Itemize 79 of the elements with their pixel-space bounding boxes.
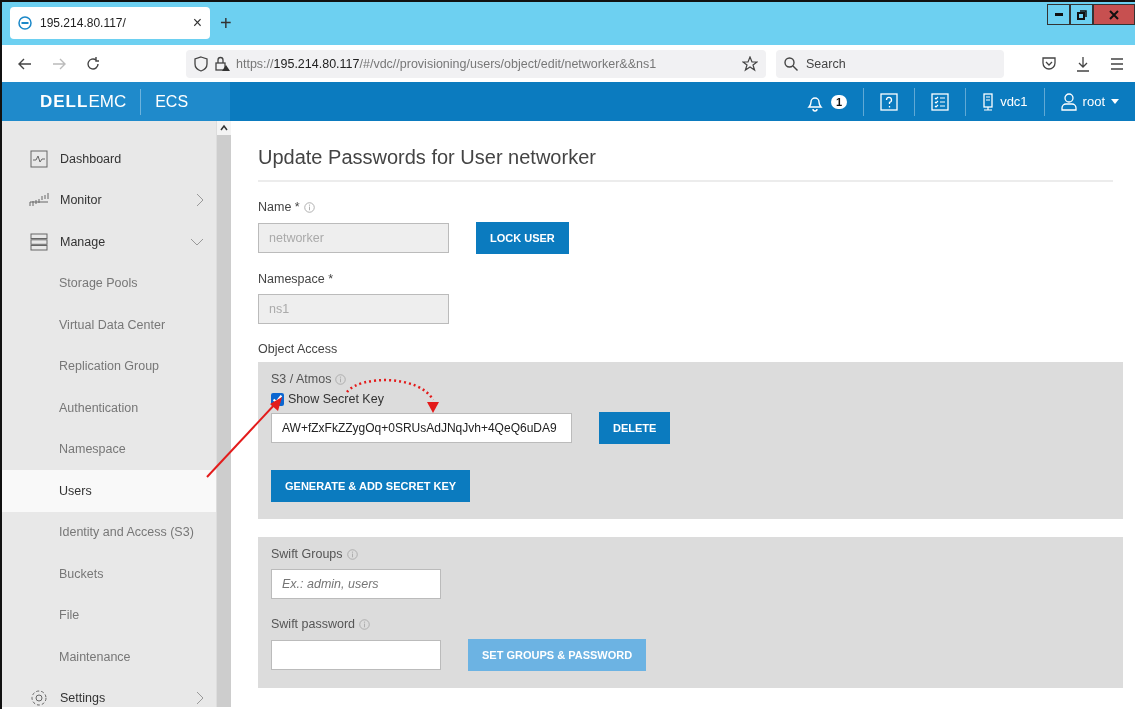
sidebar-item[interactable]: Dashboard xyxy=(2,138,216,180)
sidebar-item[interactable]: File xyxy=(2,594,216,636)
namespace-label: Namespace * xyxy=(258,272,334,286)
browser-tab[interactable]: 195.214.80.117/ × xyxy=(10,7,210,39)
sidebar-item[interactable]: Namespace xyxy=(2,428,216,470)
reload-icon xyxy=(86,56,100,71)
notification-count: 1 xyxy=(831,94,848,109)
chart-icon xyxy=(30,149,48,168)
minimize-icon xyxy=(1054,13,1063,16)
help-icon xyxy=(880,92,899,111)
logo-emc: EMC xyxy=(88,91,127,112)
sidebar-item[interactable]: Storage Pools xyxy=(2,262,216,304)
pocket-icon[interactable] xyxy=(1041,55,1057,72)
section-label: Object Access xyxy=(258,342,338,356)
swift-password-label: Swift password xyxy=(271,617,356,631)
scrollbar[interactable] xyxy=(216,121,231,707)
forward-arrow-icon xyxy=(52,57,66,70)
back-arrow-icon xyxy=(18,57,32,70)
favicon-icon xyxy=(18,16,32,30)
search-field[interactable]: Search xyxy=(776,49,1004,78)
sidebar-item[interactable]: Settings xyxy=(2,677,216,707)
chevron-right-icon xyxy=(196,691,204,706)
vdc-menu[interactable]: vdc1 xyxy=(965,87,1044,116)
close-icon xyxy=(1109,9,1119,20)
restore-icon xyxy=(1076,9,1087,20)
sidebar-item[interactable]: Manage xyxy=(2,221,216,263)
secret-key-field[interactable]: AW+fZxFkZZygOq+0SRUsAdJNqJvh+4QeQ6uDA9 xyxy=(271,413,572,443)
swift-password-field[interactable] xyxy=(271,640,441,670)
s3-label: S3 / Atmos xyxy=(271,372,332,386)
server-icon xyxy=(30,232,48,251)
caret-icon xyxy=(1111,99,1119,104)
tab-title: 195.214.80.117/ xyxy=(40,16,127,30)
menu-icon[interactable] xyxy=(1109,56,1125,71)
checklist-icon xyxy=(931,92,950,111)
info-icon xyxy=(335,373,347,385)
user-icon xyxy=(1060,92,1077,111)
sidebar-item[interactable]: Replication Group xyxy=(2,345,216,387)
swift-groups-label: Swift Groups xyxy=(271,547,343,561)
info-icon xyxy=(359,618,371,630)
close-window-button[interactable] xyxy=(1093,4,1135,25)
restore-button[interactable] xyxy=(1070,4,1093,25)
show-secret-label: Show Secret Key xyxy=(288,392,384,406)
product-name: ECS xyxy=(155,92,189,111)
new-tab-button[interactable]: + xyxy=(220,12,232,35)
delete-button[interactable]: DELETE xyxy=(599,412,671,444)
server-icon xyxy=(982,92,995,111)
chevron-right-icon xyxy=(196,193,204,208)
lock-user-button[interactable]: LOCK USER xyxy=(476,222,569,254)
info-icon xyxy=(303,201,315,213)
sidebar-item[interactable]: Users xyxy=(2,470,216,512)
sidebar-item[interactable]: Authentication xyxy=(2,387,216,429)
star-icon[interactable] xyxy=(742,55,758,72)
sidebar-item[interactable]: Virtual Data Center xyxy=(2,304,216,346)
generate-key-button[interactable]: GENERATE & ADD SECRET KEY xyxy=(271,470,471,502)
sidebar-item[interactable]: Monitor xyxy=(2,179,216,221)
lock-warning-icon xyxy=(214,55,230,72)
shield-icon xyxy=(194,55,208,72)
sidebar-item[interactable]: Identity and Access (S3) xyxy=(2,511,216,553)
close-tab-button[interactable]: × xyxy=(192,14,202,32)
search-placeholder: Search xyxy=(806,56,846,71)
sidebar-item[interactable]: Maintenance xyxy=(2,636,216,678)
logo-dell: DELL xyxy=(40,91,89,112)
minimize-button[interactable] xyxy=(1047,4,1070,25)
show-secret-checkbox[interactable] xyxy=(271,392,284,406)
search-icon xyxy=(784,56,798,71)
swift-groups-field[interactable]: Ex.: admin, users xyxy=(271,569,441,599)
signal-bars-icon xyxy=(29,193,49,208)
scroll-up-icon[interactable] xyxy=(217,121,231,135)
page-title: Update Passwords for User networker xyxy=(258,146,1113,182)
download-icon[interactable] xyxy=(1075,55,1091,72)
address-bar[interactable]: https://195.214.80.117/#/vdc//provisioning/users/object/edit/networker&&ns1 xyxy=(186,49,766,78)
notifications-button[interactable]: 1 xyxy=(789,87,864,116)
chevron-down-icon xyxy=(190,237,204,246)
user-menu[interactable]: root xyxy=(1043,87,1135,116)
url-text: https://195.214.80.117/#/vdc//provisioning/users/object/edit/networker&&ns1 xyxy=(236,56,658,71)
settings-icon xyxy=(30,689,48,707)
info-icon xyxy=(346,548,358,560)
sidebar-item[interactable]: Buckets xyxy=(2,553,216,595)
name-label: Name * xyxy=(258,200,300,214)
